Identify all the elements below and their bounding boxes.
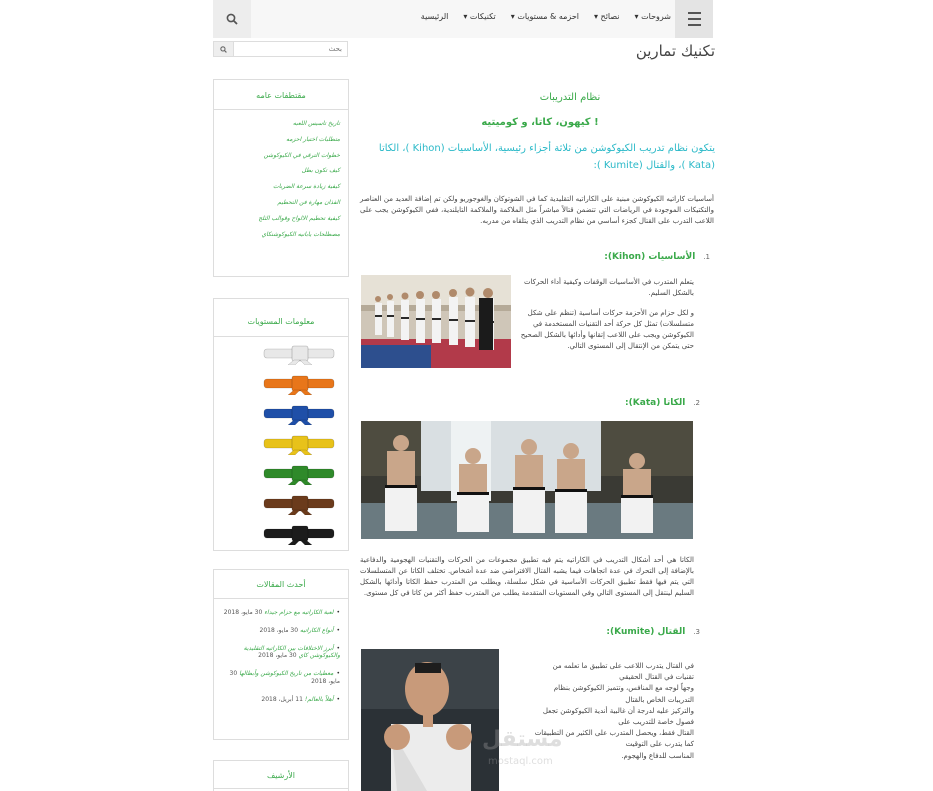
nav-item-tutorials[interactable]: شروحات ▾: [635, 12, 671, 21]
hamburger-icon: [687, 10, 701, 28]
post-link[interactable]: أهلاً بالعالم!: [305, 696, 334, 703]
list-item[interactable]: مصطلحات يابانيه الكيوكوشنكاي: [222, 231, 340, 239]
list-item[interactable]: كيفية تحطيم الالواح وقوالب الثلج: [222, 215, 340, 223]
widget-recent-posts: أحدث المقالات لعبة الكاراتيه مع حزام جيد…: [213, 569, 349, 740]
page-title: تكنيك تمارين: [635, 42, 715, 60]
hamburger-menu-button[interactable]: [675, 0, 713, 38]
kata-paragraph: الكاتا هي أحد أشكال التدريب في الكاراتيه…: [360, 556, 694, 597]
list-item: معطيات من تاريخ الكيوكوشن وأبطالها 30 ما…: [222, 670, 340, 686]
top-navbar: الرئيسية تكنيكات ▾ احزمه & مستويات ▾ نصا…: [213, 0, 713, 38]
post-date: 30 مايو، 2018: [258, 652, 297, 660]
post-date: 30 مايو، 2018: [223, 609, 263, 616]
widget-archive: الأرشيف: [213, 760, 349, 791]
kumite-line: في القتال يتدرب اللاعب على تطبيق ما تعلم…: [552, 662, 694, 670]
belt-image: [263, 345, 335, 365]
search-button[interactable]: [213, 0, 251, 38]
belt-image: [263, 465, 335, 485]
list-item[interactable]: كيف تكون بطل: [222, 167, 340, 175]
post-link[interactable]: أنواع الكاراتيه: [300, 627, 334, 634]
intro-paragraph: أساسيات كاراتيه الكيوكوشن مبنية على الكا…: [360, 195, 714, 225]
list-item: أهلاً بالعالم! 11 أبريل، 2018: [222, 696, 340, 704]
widget-title: الأرشيف: [214, 761, 348, 789]
kumite-line: تقنيات في القتال الحقيقي: [619, 673, 694, 682]
watermark-url: mostaql.com: [488, 756, 553, 767]
kihon-paragraph-2: و لكل حزام من الأحزمة حركات أساسية (تنظم…: [520, 309, 694, 350]
belts-gallery: [214, 337, 348, 561]
post-date: 30 مايو، 2018: [259, 626, 299, 634]
kata-waterfall-photo: [361, 421, 693, 539]
kata-heading-text: الكاتا (Kata):: [625, 398, 686, 408]
belt-image: [263, 375, 335, 395]
kihon-paragraph-1: يتعلم المتدرب في الأساسيات الوقفات وكيفي…: [523, 278, 694, 297]
widget-general-excerpts: مقتطفات عامه تاريخ تاسيس اللعبه متطلبات …: [213, 79, 349, 277]
kihon-training-photo: [361, 275, 511, 368]
kumite-heading-text: القتال (Kumite):: [606, 627, 686, 637]
widget-title: مقتطفات عامه: [214, 80, 348, 110]
sidebar-search-input[interactable]: [236, 42, 346, 56]
nav-item-belts-levels[interactable]: احزمه & مستويات ▾: [511, 12, 579, 21]
list-item: لعبة الكاراتيه مع حزام جيداء 30 مايو، 20…: [222, 609, 340, 617]
belt-image: [263, 435, 335, 455]
sidebar-search-button[interactable]: [214, 42, 234, 56]
search-icon: [220, 45, 227, 53]
kumite-line: التدريبات الخاص بالقتال: [625, 695, 694, 704]
kumite-fighter-photo: [361, 649, 499, 791]
heading-number: 3.: [693, 628, 700, 636]
post-link[interactable]: معطيات من تاريخ الكيوكوشن وأبطالها: [239, 670, 333, 677]
list-item[interactable]: متطلبات اختبار احزمه: [222, 136, 340, 144]
nav-item-tips[interactable]: نصائح ▾: [594, 12, 620, 21]
list-item: أبرز الاختلافات بين الكاراتيه التقليدية …: [222, 645, 340, 661]
list-item: أنواع الكاراتيه 30 مايو، 2018: [222, 627, 340, 635]
section-title: نظام التدريبات: [539, 92, 601, 103]
sidebar-search-form: [213, 41, 348, 57]
list-item[interactable]: كيفية زيادة سرعة الضربات: [222, 183, 340, 191]
list-item[interactable]: خطوات الترقي في الكيوكوشن: [222, 152, 340, 160]
widget-title: أحدث المقالات: [214, 570, 348, 599]
nav-item-home[interactable]: الرئيسية: [421, 12, 449, 21]
search-icon: [226, 13, 238, 25]
belt-image: [263, 525, 335, 545]
general-links-list: تاريخ تاسيس اللعبه متطلبات اختبار احزمه …: [214, 110, 348, 252]
recent-posts-list: لعبة الكاراتيه مع حزام جيداء 30 مايو، 20…: [214, 599, 348, 720]
widget-levels-info: معلومات المستويات: [213, 298, 349, 551]
belt-image: [263, 405, 335, 425]
kumite-heading: 3. القتال (Kumite):: [560, 627, 700, 637]
list-item[interactable]: الفذان مهارة فن التحطيم: [222, 199, 340, 207]
kihon-heading: 1. الأساسيات (Kihon):: [560, 252, 710, 262]
widget-title: معلومات المستويات: [214, 299, 348, 337]
heading-number: 1.: [703, 253, 710, 261]
watermark-logo: مستقل: [482, 727, 563, 752]
post-date: 11 أبريل، 2018: [261, 695, 303, 703]
subtitle: كيهون، كاتا، و كوميتيه !: [481, 117, 599, 128]
main-menu: الرئيسية تكنيكات ▾ احزمه & مستويات ▾ نصا…: [421, 12, 671, 21]
kumite-line: والتركيز عليه لدرجة أن غالبية أندية الكي…: [542, 706, 694, 715]
heading-number: 2.: [693, 399, 700, 407]
post-link[interactable]: لعبة الكاراتيه مع حزام جيداء: [264, 609, 333, 616]
list-item[interactable]: تاريخ تاسيس اللعبه: [222, 120, 340, 128]
kata-heading: 2. الكاتا (Kata):: [560, 398, 700, 408]
belt-image: [263, 495, 335, 515]
kumite-line: وجهاً لوجه مع المنافس، وتتميز الكيوكوشن …: [553, 684, 694, 693]
intro-heading: يتكون نظام تدريب الكيوكوشن من ثلاثة أجزا…: [378, 143, 715, 171]
nav-item-techniques[interactable]: تكنيكات ▾: [463, 12, 495, 21]
kihon-heading-text: الأساسيات (Kihon):: [604, 252, 696, 262]
